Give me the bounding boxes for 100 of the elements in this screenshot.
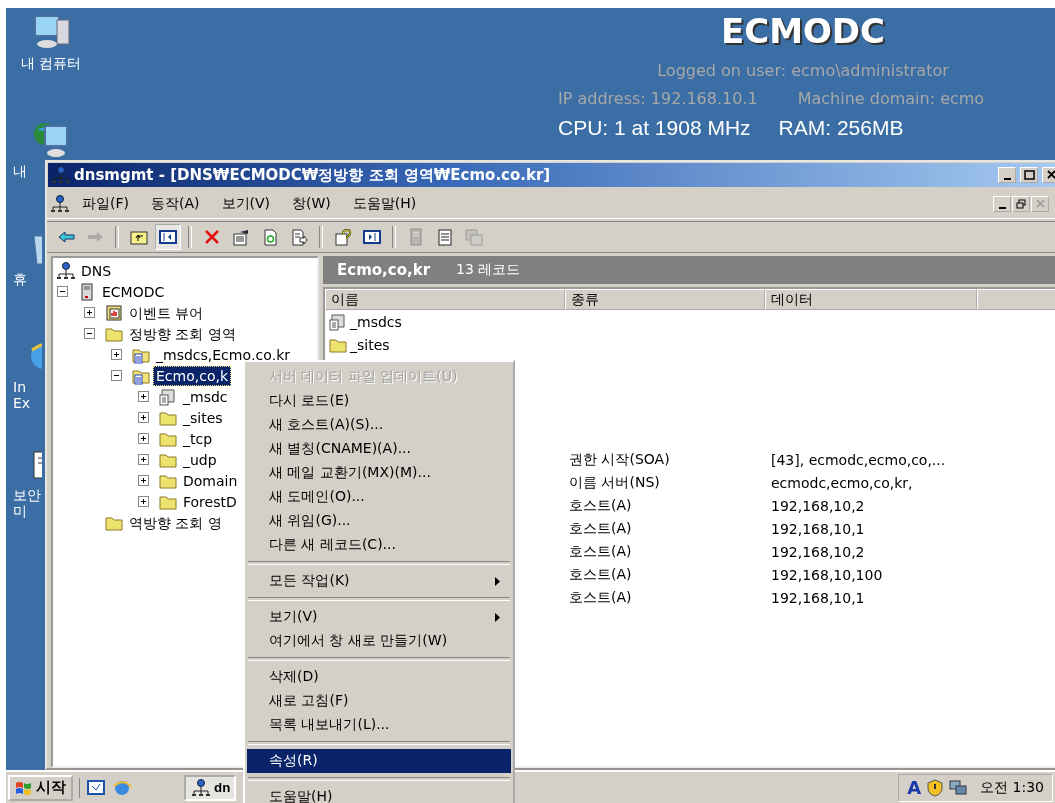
- cpu-text: CPU: 1 at 1908 MHz: [558, 116, 751, 140]
- expand-toggle-icon[interactable]: [138, 496, 149, 507]
- table-cell-text: 192,168,10,1: [770, 520, 866, 537]
- network-icon[interactable]: [949, 778, 968, 797]
- desktop-icon-label[interactable]: In: [13, 379, 26, 395]
- desktop-icon-label[interactable]: 내: [13, 163, 27, 179]
- table-cell-text: ecmodc,ecmo,co,kr,: [770, 474, 914, 491]
- table-cell-text: 호스트(A): [568, 496, 633, 515]
- windows-flag-icon: [15, 779, 33, 796]
- tree-item[interactable]: Domain: [180, 470, 241, 491]
- desktop-icon-label[interactable]: Ex: [13, 395, 31, 411]
- tree-item[interactable]: _msdcs,Ecmo,co,kr: [153, 344, 294, 365]
- tree-item[interactable]: 역방향 조회 영: [126, 512, 225, 533]
- restore-icon: [1015, 199, 1027, 209]
- menu-item[interactable]: 파일(F): [73, 193, 138, 215]
- tree-item[interactable]: ForestD: [180, 491, 240, 512]
- menu-item[interactable]: 도움말(H): [343, 193, 426, 215]
- tree-item[interactable]: 정방향 조회 영역: [126, 323, 239, 344]
- taskbar-window-button[interactable]: dn: [184, 774, 236, 801]
- tree-item[interactable]: _udp: [180, 449, 220, 470]
- menu-item[interactable]: 동작(A): [142, 193, 209, 215]
- context-menu-item[interactable]: 삭제(D): [247, 665, 511, 689]
- context-menu-item[interactable]: 다른 새 레코드(C)...: [247, 533, 511, 557]
- event-viewer-icon: [105, 303, 123, 322]
- expand-toggle-icon[interactable]: [138, 391, 149, 402]
- column-header[interactable]: 데이터: [765, 289, 977, 310]
- context-menu-item[interactable]: 새 위임(G)...: [247, 509, 511, 533]
- expand-toggle-icon[interactable]: [84, 307, 95, 318]
- tree-item[interactable]: _sites: [180, 407, 226, 428]
- collapse-toggle-icon[interactable]: [111, 370, 122, 381]
- maximize-icon: [1023, 170, 1035, 180]
- context-menu-item[interactable]: 도움말(H): [247, 785, 511, 803]
- table-cell-text: 권한 시작(SOA): [568, 450, 671, 469]
- tree-pane-toggle-icon[interactable]: [155, 224, 181, 250]
- desktop-icon-label[interactable]: 보안: [13, 487, 41, 503]
- menu-item[interactable]: 보기(V): [212, 193, 279, 215]
- restore-button[interactable]: [1012, 196, 1030, 212]
- ram-text: RAM: 256MB: [778, 116, 904, 140]
- menu-item[interactable]: 창(W): [283, 193, 340, 215]
- delegated-folder-icon: [329, 312, 347, 331]
- context-menu-item[interactable]: 보기(V): [247, 605, 511, 629]
- tree-item[interactable]: 이벤트 뷰어: [126, 302, 207, 323]
- minimize-button[interactable]: [998, 167, 1016, 183]
- desktop-icon-label[interactable]: 내 컴퓨터: [20, 55, 82, 71]
- close-button[interactable]: [1042, 167, 1055, 183]
- context-menu-item[interactable]: 새 도메인(O)...: [247, 485, 511, 509]
- network-tree-icon: [51, 195, 69, 213]
- window-title: dnsmgmt - [DNS₩ECMODC₩정방향 조회 영역₩Ecmo.co.kr]: [74, 165, 552, 185]
- expand-toggle-icon[interactable]: [111, 349, 122, 360]
- ip-address-text: IP address: 192.168.10.1: [558, 88, 758, 110]
- desktop-icon-label[interactable]: 미: [13, 503, 27, 519]
- tree-item[interactable]: ECMODC: [99, 281, 168, 302]
- show-desktop-icon[interactable]: [86, 777, 106, 798]
- table-cell-text: [43], ecmodc,ecmo,co,...: [770, 451, 947, 468]
- context-menu-item[interactable]: 모든 작업(K): [247, 569, 511, 593]
- shield-icon[interactable]: [926, 778, 945, 797]
- network-computer-icon[interactable]: [31, 120, 71, 160]
- tree-item[interactable]: DNS: [78, 260, 115, 281]
- tree-item[interactable]: _msdc: [180, 386, 231, 407]
- table-cell-text: 192,168,10,2: [770, 543, 866, 560]
- logged-on-user-text: Logged on user: ecmo\administrator: [657, 60, 949, 82]
- context-menu-item[interactable]: 다시 로드(E): [247, 389, 511, 413]
- record-count: 13 레코드: [456, 261, 521, 279]
- expand-toggle-icon[interactable]: [138, 412, 149, 423]
- collapse-toggle-icon[interactable]: [57, 286, 68, 297]
- network-tree-icon: [192, 778, 210, 797]
- minimize-button[interactable]: [993, 196, 1011, 212]
- desktop-icon-label[interactable]: 휴: [13, 271, 27, 287]
- context-menu-item[interactable]: 새 별칭(CNAME)(A)...: [247, 437, 511, 461]
- table-cell-text: 호스트(A): [568, 565, 633, 584]
- context-menu-item[interactable]: 새 호스트(A)(S)...: [247, 413, 511, 437]
- expand-toggle-icon[interactable]: [138, 433, 149, 444]
- collapse-toggle-icon[interactable]: [84, 328, 95, 339]
- start-button[interactable]: 시작: [8, 774, 73, 801]
- tree-item[interactable]: _tcp: [180, 428, 216, 449]
- clock-text[interactable]: 오전 1:30: [980, 778, 1044, 797]
- network-tree-icon: [52, 166, 70, 184]
- delegated-folder-icon: [159, 387, 177, 406]
- table-cell-text: 192,168,10,1: [770, 589, 866, 606]
- computer-name: ECMODC: [720, 10, 886, 52]
- submenu-arrow-icon: [495, 612, 501, 622]
- table-cell-text: 이름 서버(NS): [568, 473, 661, 492]
- machine-domain-text: Machine domain: ecmo: [797, 88, 985, 110]
- context-menu-item[interactable]: 속성(R): [247, 749, 511, 773]
- table-cell-text: 192,168,10,100: [770, 566, 884, 583]
- context-menu-item[interactable]: 목록 내보내기(L)...: [247, 713, 511, 737]
- table-cell[interactable]: _msdcs: [325, 312, 565, 331]
- table-cell[interactable]: _sites: [325, 335, 565, 354]
- expand-toggle-icon[interactable]: [138, 454, 149, 465]
- context-menu-item[interactable]: 새로 고침(F): [247, 689, 511, 713]
- tree-item[interactable]: Ecmo,co,k: [153, 365, 232, 386]
- context-menu-item[interactable]: 여기에서 창 새로 만들기(W): [247, 629, 511, 653]
- table-cell-text: 호스트(A): [568, 542, 633, 561]
- context-menu-item[interactable]: 새 메일 교환기(MX)(M)...: [247, 461, 511, 485]
- column-header[interactable]: 이름: [325, 289, 565, 310]
- expand-toggle-icon[interactable]: [138, 475, 149, 486]
- language-indicator[interactable]: A: [907, 777, 922, 798]
- maximize-button[interactable]: [1020, 167, 1038, 183]
- zone-title: Ecmo,co,kr: [337, 261, 431, 279]
- column-header[interactable]: 종류: [565, 289, 765, 310]
